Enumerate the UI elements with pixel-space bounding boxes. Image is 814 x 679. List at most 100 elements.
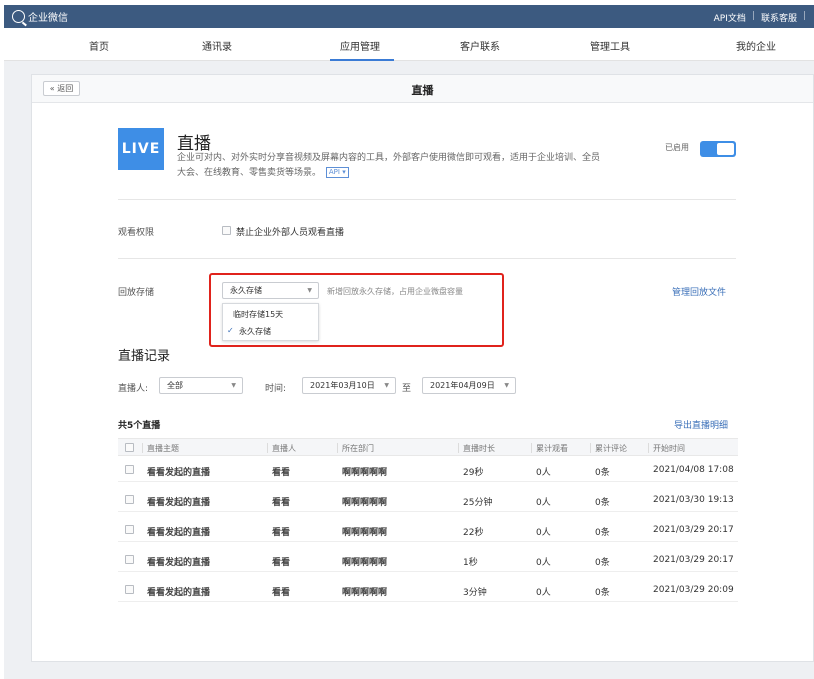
column-divider: [337, 443, 338, 453]
export-records-link[interactable]: 导出直播明细: [674, 418, 728, 431]
storage-label: 回放存储: [118, 288, 155, 298]
table-row[interactable]: 看看发起的直播 看看 啊啊啊啊啊 29秒 0人 0条 2021/04/08 17…: [118, 457, 738, 482]
nav-management-tools[interactable]: 管理工具: [590, 38, 630, 53]
page-title: 直播: [411, 84, 434, 97]
link-divider: |: [802, 11, 806, 21]
col-comments: 累计评论: [595, 444, 627, 453]
table-header: 直播主题 直播人 所在部门 直播时长 累计观看 累计评论 开始时间: [118, 438, 738, 456]
column-divider: [648, 443, 649, 453]
app-description-line: 大会、在线教育、零售卖货等场景。: [177, 168, 322, 178]
cell-host: 看看: [272, 588, 291, 598]
cell-host: 看看: [272, 528, 291, 538]
cell-duration: 3分钟: [463, 588, 487, 598]
cell-duration: 29秒: [463, 468, 484, 478]
col-views: 累计观看: [536, 444, 568, 453]
contact-support-link[interactable]: 联系客服: [761, 11, 797, 24]
host-filter-label: 直播人:: [118, 384, 149, 394]
cell-views: 0人: [536, 468, 551, 478]
column-divider: [531, 443, 532, 453]
row-checkbox[interactable]: [125, 495, 134, 504]
nav-my-enterprise[interactable]: 我的企业: [736, 38, 776, 53]
cell-topic: 看看发起的直播: [147, 468, 211, 478]
permission-label: 观看权限: [118, 228, 155, 238]
cell-department: 啊啊啊啊啊: [342, 588, 388, 598]
cell-duration: 25分钟: [463, 498, 493, 508]
api-tag[interactable]: API ▾: [325, 167, 349, 178]
toggle-knob: [717, 143, 734, 155]
row-checkbox[interactable]: [125, 465, 134, 474]
cell-duration: 1秒: [463, 558, 478, 568]
live-app-icon: LIVE: [118, 128, 164, 170]
cell-comments: 0条: [595, 588, 610, 598]
date-from-select[interactable]: 2021年03月10日 ▼: [302, 377, 396, 394]
records-count: 共5个直播: [118, 421, 161, 431]
chat-bubble-icon: [12, 10, 25, 23]
cell-host: 看看: [272, 558, 291, 568]
chevron-down-icon: ▼: [504, 382, 509, 389]
cell-start-time: 2021/03/29 20:17: [653, 555, 734, 565]
nav-app-management[interactable]: 应用管理: [340, 38, 380, 53]
table-row[interactable]: 看看发起的直播 看看 啊啊啊啊啊 3分钟 0人 0条 2021/03/29 20…: [118, 577, 738, 602]
main-nav: 首页 通讯录 应用管理 客户联系 管理工具 我的企业: [4, 28, 814, 61]
row-checkbox[interactable]: [125, 585, 134, 594]
nav-contacts[interactable]: 通讯录: [202, 38, 232, 53]
cell-topic: 看看发起的直播: [147, 588, 211, 598]
col-department: 所在部门: [342, 444, 374, 453]
cell-comments: 0条: [595, 498, 610, 508]
divider: [118, 258, 736, 259]
cell-department: 啊啊啊啊啊: [342, 528, 388, 538]
enabled-label: 已启用: [665, 143, 689, 152]
row-checkbox[interactable]: [125, 525, 134, 534]
cell-department: 啊啊啊啊啊: [342, 468, 388, 478]
nav-home[interactable]: 首页: [89, 38, 109, 53]
link-divider: |: [751, 11, 755, 21]
divider: [118, 199, 736, 200]
col-duration: 直播时长: [463, 444, 495, 453]
cell-host: 看看: [272, 498, 291, 508]
top-bar: 企业微信 API文档 | 联系客服 |: [4, 5, 814, 28]
column-divider: [590, 443, 591, 453]
panel-header: « 返回 直播: [32, 75, 813, 103]
cell-comments: 0条: [595, 528, 610, 538]
api-docs-link[interactable]: API文档: [714, 11, 746, 24]
manage-replay-link[interactable]: 管理回放文件: [672, 285, 726, 298]
table-row[interactable]: 看看发起的直播 看看 啊啊啊啊啊 22秒 0人 0条 2021/03/29 20…: [118, 517, 738, 542]
col-host: 直播人: [272, 444, 296, 453]
cell-topic: 看看发起的直播: [147, 528, 211, 538]
cell-topic: 看看发起的直播: [147, 558, 211, 568]
select-all-checkbox[interactable]: [125, 443, 134, 452]
date-from-value: 2021年03月10日: [310, 381, 375, 390]
cell-department: 啊啊啊啊啊: [342, 498, 388, 508]
cell-views: 0人: [536, 558, 551, 568]
nav-customer-contact[interactable]: 客户联系: [460, 38, 500, 53]
host-filter-value: 全部: [167, 381, 183, 390]
app-description: 企业可对内、对外实时分享音视频及屏幕内容的工具，外部客户使用微信即可观看，适用于…: [177, 151, 697, 181]
cell-duration: 22秒: [463, 528, 484, 538]
block-external-checkbox[interactable]: [222, 226, 231, 235]
col-topic: 直播主题: [147, 444, 179, 453]
chevron-down-icon: ▼: [231, 382, 236, 389]
cell-start-time: 2021/03/29 20:09: [653, 585, 734, 595]
date-to-label: 至: [402, 384, 412, 394]
row-checkbox[interactable]: [125, 555, 134, 564]
time-filter-label: 时间:: [265, 384, 287, 394]
cell-start-time: 2021/03/30 19:13: [653, 495, 734, 505]
highlight-box: [209, 273, 504, 347]
date-to-value: 2021年04月09日: [430, 381, 495, 390]
cell-topic: 看看发起的直播: [147, 498, 211, 508]
cell-host: 看看: [272, 468, 291, 478]
column-divider: [142, 443, 143, 453]
table-row[interactable]: 看看发起的直播 看看 啊啊啊啊啊 25分钟 0人 0条 2021/03/30 1…: [118, 487, 738, 512]
cell-views: 0人: [536, 588, 551, 598]
app-description-line: 企业可对内、对外实时分享音视频及屏幕内容的工具，外部客户使用微信即可观看，适用于…: [177, 153, 601, 163]
column-divider: [458, 443, 459, 453]
records-title: 直播记录: [118, 349, 171, 364]
host-filter-select[interactable]: 全部 ▼: [159, 377, 243, 394]
column-divider: [267, 443, 268, 453]
cell-comments: 0条: [595, 468, 610, 478]
date-to-select[interactable]: 2021年04月09日 ▼: [422, 377, 516, 394]
cell-comments: 0条: [595, 558, 610, 568]
table-row[interactable]: 看看发起的直播 看看 啊啊啊啊啊 1秒 0人 0条 2021/03/29 20:…: [118, 547, 738, 572]
enable-toggle[interactable]: [700, 141, 736, 157]
logo[interactable]: 企业微信: [12, 9, 68, 24]
